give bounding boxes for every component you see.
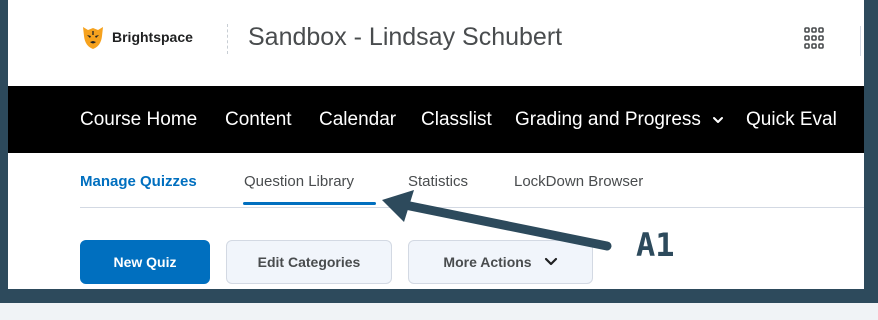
- course-navbar: Course Home Content Calendar Classlist G…: [8, 86, 864, 153]
- brand-logo[interactable]: Brightspace: [81, 24, 193, 50]
- chevron-down-icon: [544, 257, 557, 266]
- new-quiz-label: New Quiz: [113, 254, 177, 270]
- edit-categories-label: Edit Categories: [257, 254, 361, 270]
- tab-lockdown-browser[interactable]: LockDown Browser: [514, 173, 643, 190]
- brand-name: Brightspace: [112, 29, 193, 45]
- course-title[interactable]: Sandbox - Lindsay Schubert: [248, 23, 562, 52]
- nav-classlist[interactable]: Classlist: [421, 86, 492, 153]
- minibar-divider: [227, 24, 228, 54]
- nav-grading-label: Grading and Progress: [515, 109, 701, 130]
- minibar-right-divider: [860, 26, 861, 56]
- course-selector-grid-icon[interactable]: [804, 26, 824, 50]
- tiger-logo-icon: [83, 27, 103, 49]
- edit-categories-button[interactable]: Edit Categories: [226, 240, 392, 284]
- tab-manage-quizzes[interactable]: Manage Quizzes: [80, 173, 197, 190]
- tab-focus-underline: [243, 202, 376, 205]
- chevron-down-icon: [713, 116, 724, 123]
- more-actions-label: More Actions: [443, 254, 532, 270]
- quiz-subnav-tabs: Manage Quizzes Question Library Statisti…: [80, 153, 864, 208]
- minibar: Brightspace Sandbox - Lindsay Schubert: [8, 0, 864, 86]
- nav-grading-and-progress[interactable]: Grading and Progress: [515, 86, 724, 153]
- more-actions-button[interactable]: More Actions: [408, 240, 593, 284]
- app-window: Brightspace Sandbox - Lindsay Schubert C…: [8, 0, 864, 289]
- nav-quick-eval[interactable]: Quick Eval: [746, 86, 837, 153]
- nav-course-home[interactable]: Course Home: [80, 86, 197, 153]
- tab-question-library[interactable]: Question Library: [244, 173, 354, 190]
- annotation-label: A1: [636, 226, 675, 264]
- new-quiz-button[interactable]: New Quiz: [80, 240, 210, 284]
- tab-statistics[interactable]: Statistics: [408, 173, 468, 190]
- nav-content[interactable]: Content: [225, 86, 292, 153]
- nav-calendar[interactable]: Calendar: [319, 86, 396, 153]
